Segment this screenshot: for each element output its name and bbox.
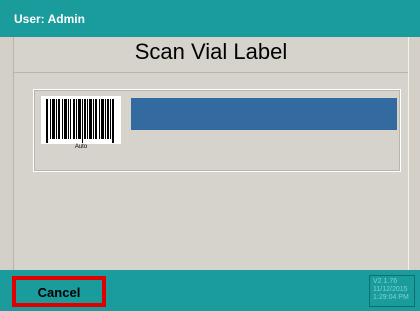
barcode-caption: Auto <box>74 144 88 150</box>
footer-bar: Cancel V2.1.76 11/12/2015 1:29:04 PM <box>0 270 420 311</box>
time-text: 1:29:04 PM <box>373 294 409 301</box>
header-bar: User: Admin <box>0 0 420 37</box>
version-text: V2.1.76 <box>373 278 398 285</box>
page-title: Scan Vial Label <box>134 39 288 64</box>
title-divider <box>14 72 408 73</box>
date-text: 11/12/2015 <box>373 286 408 293</box>
cancel-button-label: Cancel <box>37 285 81 300</box>
scan-input-field[interactable] <box>131 98 397 130</box>
barcode-icon <box>46 99 114 143</box>
cancel-button[interactable]: Cancel <box>12 276 106 307</box>
main-panel: Scan Vial Label Auto <box>13 37 409 270</box>
barcode-image: Auto <box>41 96 121 150</box>
user-label: User: Admin <box>14 12 85 26</box>
version-info: V2.1.76 11/12/2015 1:29:04 PM <box>369 275 415 307</box>
